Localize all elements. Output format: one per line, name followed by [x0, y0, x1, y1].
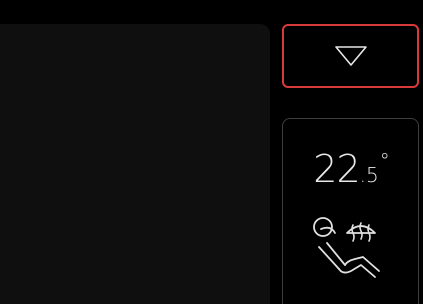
collapse-button[interactable]	[282, 24, 419, 88]
temperature-readout[interactable]: 22.5°	[283, 147, 420, 191]
map-panel[interactable]	[0, 24, 270, 304]
rear-defrost-icon	[346, 222, 376, 242]
triangle-down-icon	[334, 46, 367, 66]
temperature-whole: 22	[313, 147, 360, 191]
climate-card[interactable]: 22.5°	[282, 118, 419, 304]
seat-heating-icon[interactable]	[309, 211, 389, 291]
top-bar	[0, 0, 423, 22]
car-display-screen: 22.5°	[0, 0, 423, 304]
temperature-decimal: .5	[359, 163, 379, 187]
temperature-unit: °	[379, 149, 390, 173]
